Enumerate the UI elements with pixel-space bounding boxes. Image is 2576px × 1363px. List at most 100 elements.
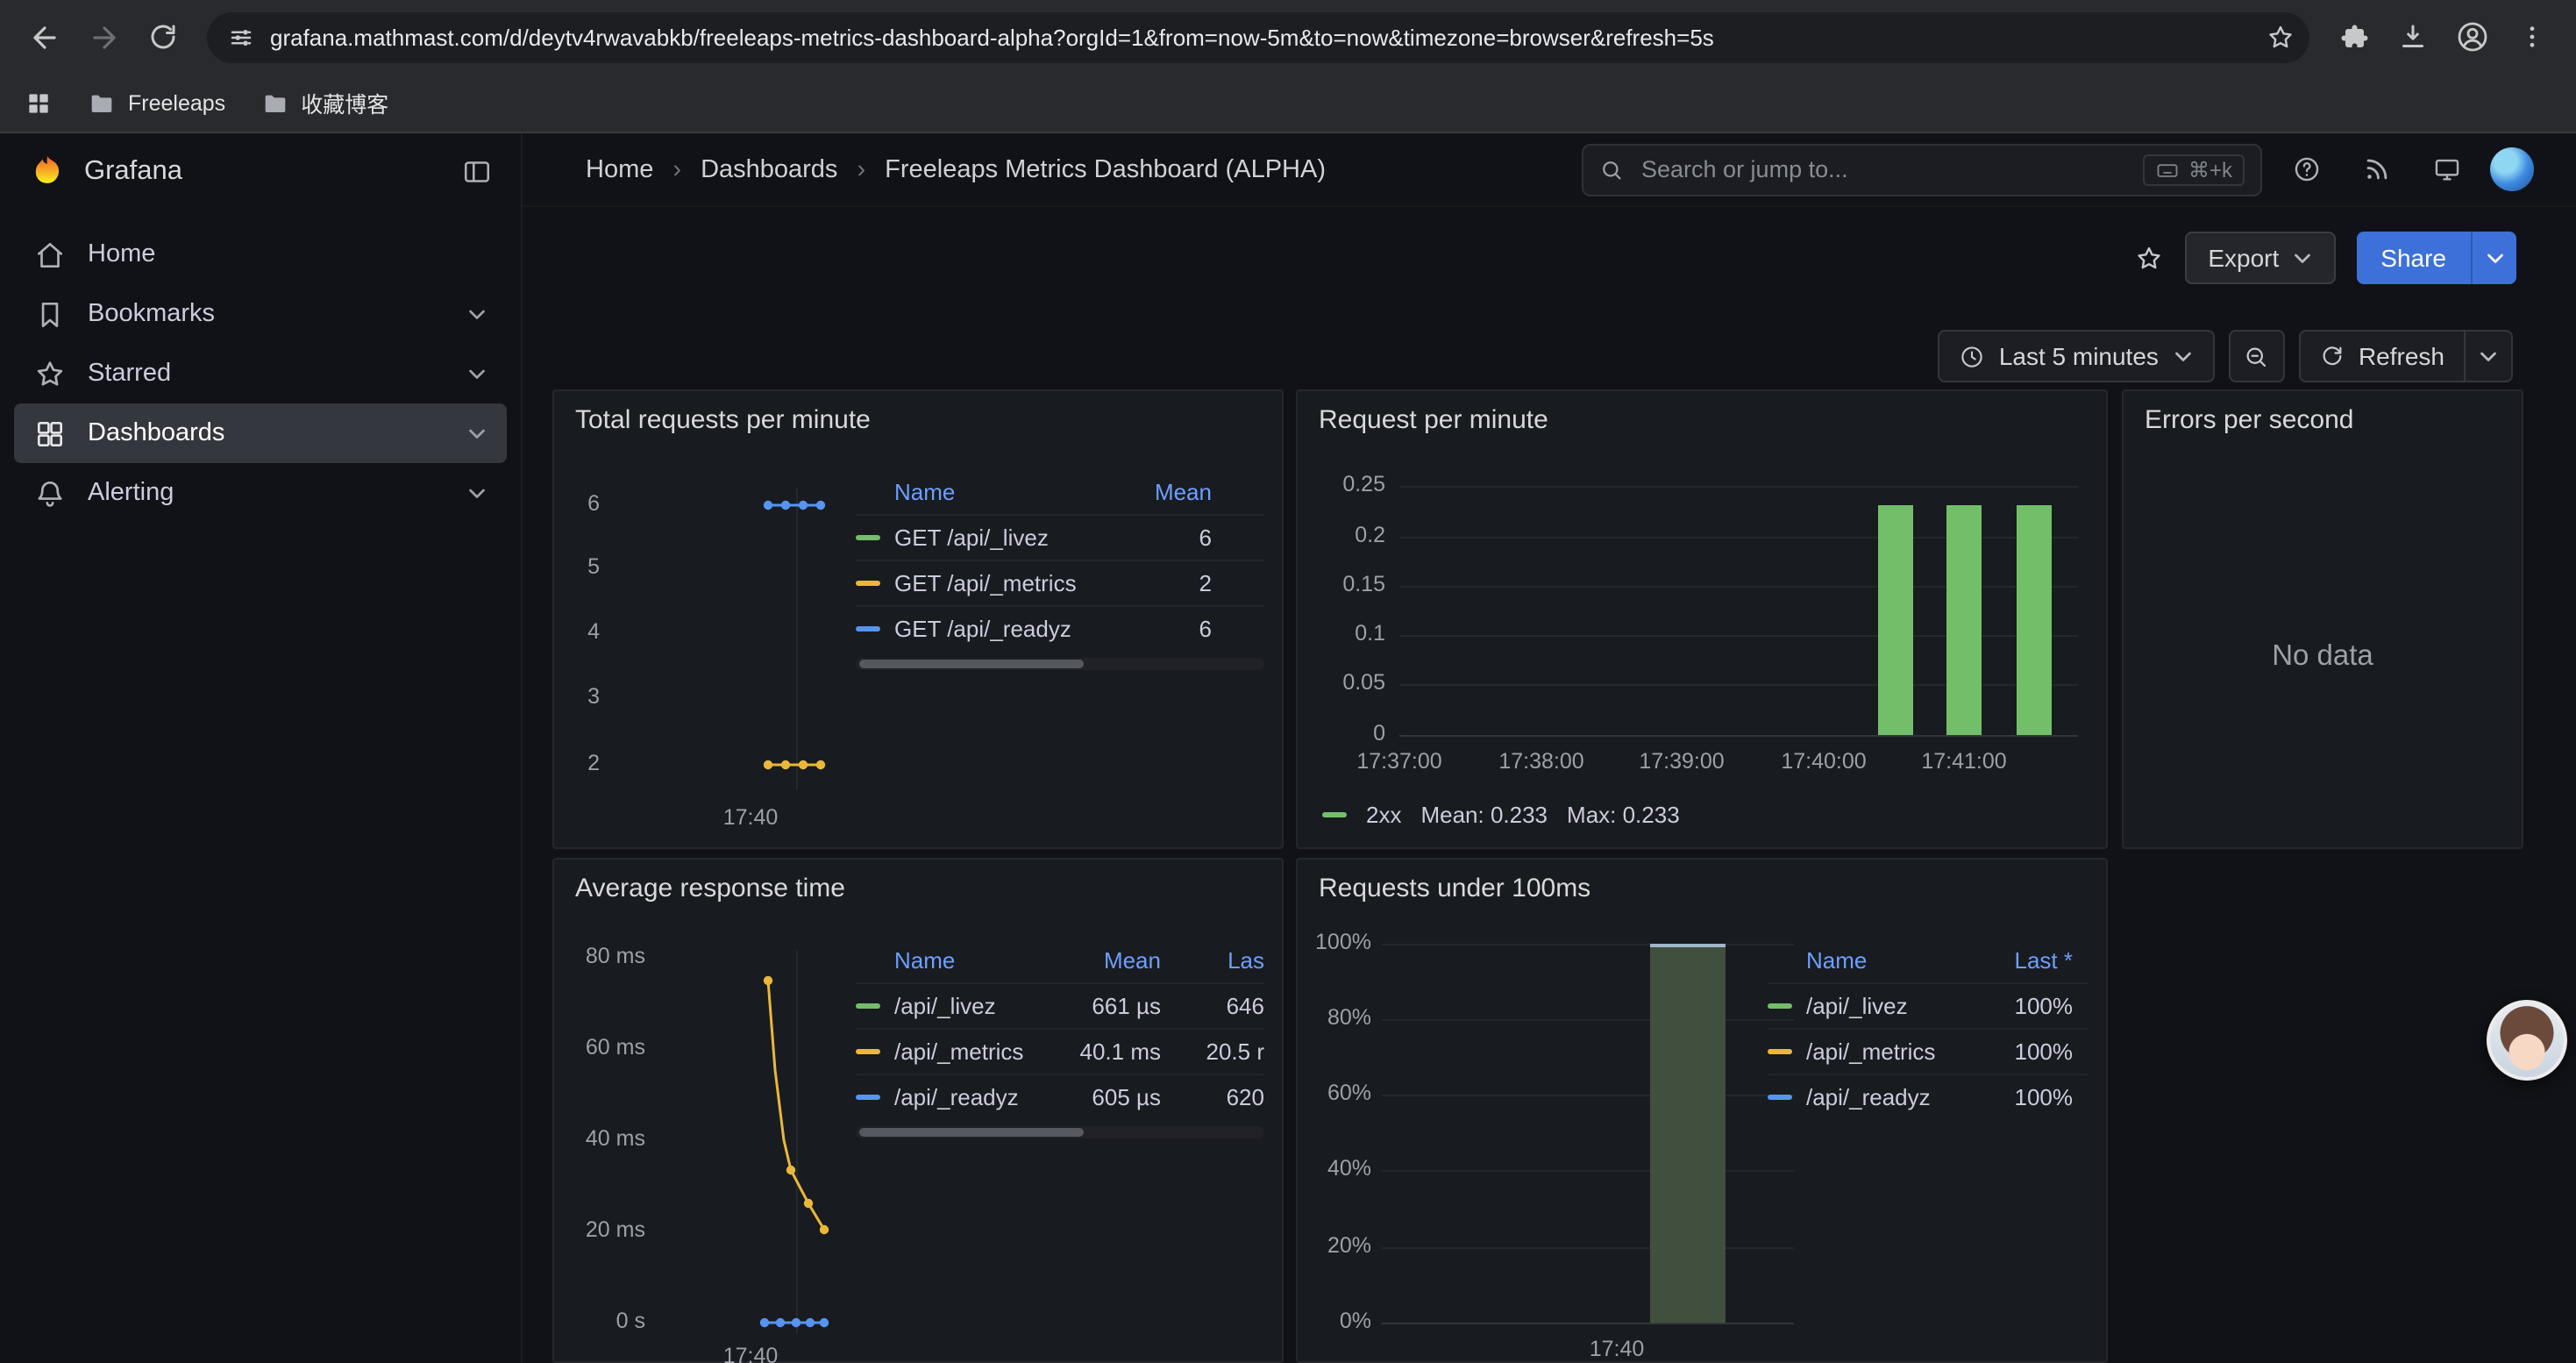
legend-row: /api/_readyz 100%	[1768, 1074, 2089, 1119]
search-box[interactable]: ⌘+k	[1582, 143, 2262, 196]
legend-scrollbar[interactable]	[856, 658, 1264, 670]
series-name: GET /api/_livez	[894, 525, 1049, 551]
floating-avatar[interactable]	[2487, 1000, 2567, 1081]
series-mean: 6	[1089, 616, 1264, 642]
legend-row: /api/_metrics 100%	[1768, 1028, 2089, 1074]
legend-col-name[interactable]: Name	[856, 478, 1089, 504]
sidebar-item-dashboards[interactable]: Dashboards	[14, 403, 507, 463]
user-avatar[interactable]	[2490, 147, 2534, 191]
bell-icon	[33, 476, 67, 510]
series-name[interactable]: 2xx	[1366, 802, 1401, 828]
sidebar-item-label: Starred	[88, 360, 171, 388]
y-tick: 80%	[1298, 1005, 1371, 1030]
sidebar-item-home[interactable]: Home	[14, 225, 507, 284]
bookmark-label: Freeleaps	[128, 90, 225, 115]
legend-col-last[interactable]: Last *	[1980, 946, 2089, 973]
bookmark-label: 收藏博客	[301, 86, 388, 119]
help-icon[interactable]	[2280, 143, 2332, 196]
chevron-down-icon[interactable]	[466, 482, 487, 503]
url-text[interactable]: grafana.mathmast.com/d/deytv4rwavabkb/fr…	[270, 24, 2250, 50]
grafana-header: Home › Dashboards › Freeleaps Metrics Da…	[523, 133, 2576, 207]
breadcrumb-home[interactable]: Home	[586, 155, 653, 183]
legend-table: Name Mean Las /api/_livez 661 µs 646 /ap…	[856, 937, 1264, 1138]
bookmark-folder-blogs[interactable]: 收藏博客	[260, 86, 388, 119]
series-swatch-yellow	[856, 581, 880, 586]
folder-icon	[88, 89, 116, 117]
sidebar: Grafana Home Bookmarks Starred D	[0, 133, 523, 1363]
grafana-logo[interactable]	[28, 153, 67, 191]
reload-icon[interactable]	[137, 11, 189, 63]
y-tick: 0.25	[1298, 472, 1385, 496]
panel-request-per-minute: Request per minute 0.25 0.2 0.15 0.1 0.0…	[1296, 389, 2108, 849]
panel-title[interactable]: Errors per second	[2145, 405, 2353, 435]
series-swatch-green	[856, 1003, 880, 1009]
chevron-down-icon[interactable]	[466, 423, 487, 444]
sidebar-item-label: Dashboards	[88, 419, 224, 447]
forward-icon[interactable]	[77, 11, 130, 63]
kiosk-monitor-icon[interactable]	[2420, 143, 2473, 196]
sidebar-item-label: Alerting	[88, 479, 174, 507]
news-rss-icon[interactable]	[2350, 143, 2402, 196]
sidebar-item-alerting[interactable]: Alerting	[14, 463, 507, 523]
share-menu-chevron[interactable]	[2471, 232, 2516, 284]
legend-col-mean[interactable]: Mean	[1089, 478, 1264, 504]
chevron-down-icon[interactable]	[466, 303, 487, 325]
profile-icon[interactable]	[2446, 11, 2499, 63]
bookmark-icon	[33, 297, 67, 331]
search-input[interactable]	[1638, 154, 2129, 184]
share-button[interactable]: Share	[2356, 232, 2471, 284]
x-tick: 17:40	[1590, 1337, 1645, 1361]
gridline	[1382, 1247, 1794, 1249]
panel-title[interactable]: Requests under 100ms	[1319, 874, 1590, 903]
panel-title[interactable]: Request per minute	[1319, 405, 1548, 435]
x-tick: 17:38:00	[1498, 749, 1583, 774]
bookmark-star-icon[interactable]	[2266, 22, 2295, 52]
legend-row: GET /api/_metrics 2	[856, 560, 1264, 605]
y-tick: 0.15	[1298, 572, 1385, 596]
url-bar[interactable]: grafana.mathmast.com/d/deytv4rwavabkb/fr…	[207, 11, 2309, 62]
legend-row: /api/_livez 661 µs 646	[856, 982, 1264, 1028]
legend-row: GET /api/_livez 6	[856, 514, 1264, 560]
zoom-out-button[interactable]	[2229, 330, 2285, 382]
bookmarks-bar: Freeleaps 收藏博客	[0, 74, 2576, 133]
export-button[interactable]: Export	[2185, 232, 2335, 284]
legend-scrollbar[interactable]	[856, 1126, 1264, 1138]
chevron-down-icon	[2173, 346, 2194, 367]
browser-menu-icon[interactable]	[2506, 11, 2558, 63]
sidebar-item-starred[interactable]: Starred	[14, 344, 507, 403]
collapse-sidebar-icon[interactable]	[461, 156, 493, 188]
time-range-picker[interactable]: Last 5 minutes	[1938, 330, 2215, 382]
apps-grid-icon[interactable]	[25, 89, 53, 117]
series-swatch-yellow	[1768, 1049, 1792, 1054]
favorite-star-icon[interactable]	[2134, 243, 2164, 273]
downloads-icon[interactable]	[2387, 11, 2439, 63]
back-icon[interactable]	[18, 11, 70, 63]
scrollbar-thumb[interactable]	[859, 1128, 1084, 1137]
panel-avg-response-time: Average response time 80 ms 60 ms 40 ms …	[552, 858, 1284, 1363]
home-icon	[33, 238, 67, 271]
legend-header: Name Mean	[856, 468, 1264, 514]
refresh-interval-chevron[interactable]	[2464, 332, 2511, 381]
scrollbar-thumb[interactable]	[859, 660, 1084, 668]
legend-col-mean[interactable]: Mean	[1066, 946, 1185, 973]
series-name: /api/_livez	[894, 993, 996, 1019]
series-name: /api/_metrics	[894, 1038, 1023, 1065]
bookmark-folder-freeleaps[interactable]: Freeleaps	[88, 89, 225, 117]
site-settings-icon[interactable]	[228, 24, 254, 50]
gridline-zero	[1382, 1323, 1794, 1324]
legend-col-name[interactable]: Name	[856, 946, 1066, 973]
sidebar-item-bookmarks[interactable]: Bookmarks	[14, 284, 507, 344]
legend-col-last[interactable]: Las	[1185, 946, 1264, 973]
x-tick: 17:39:00	[1639, 749, 1724, 774]
gridline	[1382, 1170, 1794, 1172]
y-tick: 0.1	[1298, 621, 1385, 646]
extensions-icon[interactable]	[2327, 11, 2380, 63]
legend-col-name[interactable]: Name	[1768, 946, 1980, 973]
refresh-button[interactable]: Refresh	[2301, 332, 2464, 381]
breadcrumb-dashboards[interactable]: Dashboards	[701, 155, 837, 183]
series-mean: 2	[1089, 570, 1264, 596]
series-last: 20.5 r	[1185, 1038, 1264, 1065]
series-last: 100%	[1980, 1084, 2089, 1110]
chevron-down-icon[interactable]	[466, 363, 487, 384]
keyboard-icon	[2155, 157, 2180, 182]
